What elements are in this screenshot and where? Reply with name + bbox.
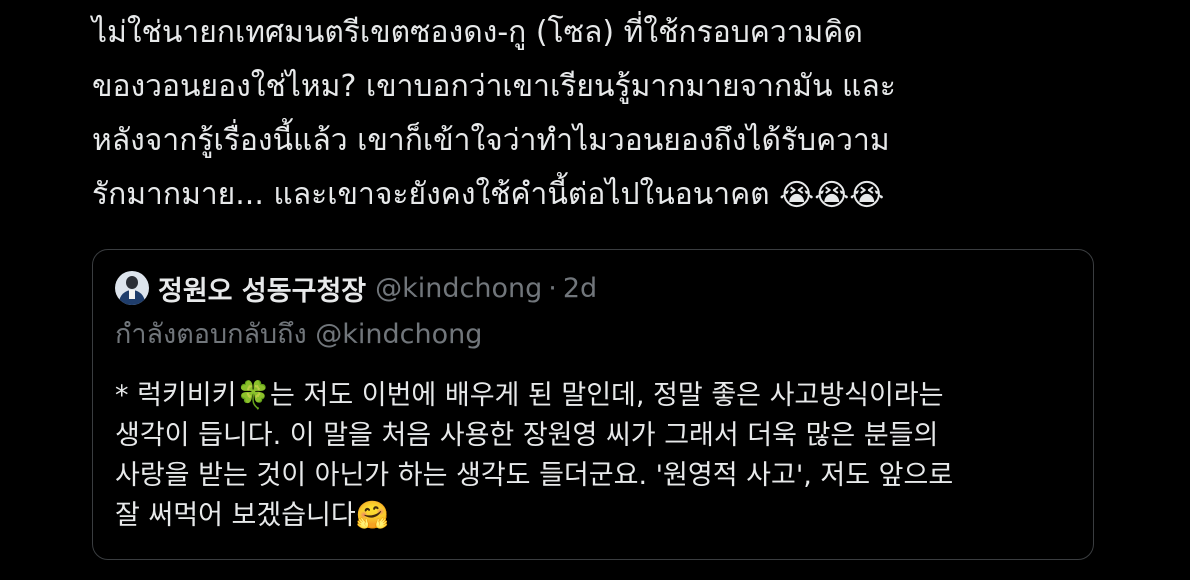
quoted-text-line: 잘 써먹어 보겠습니다🤗 [115, 500, 390, 531]
tweet-text-line: รักมากมาย... และเขาจะยังคงใช้คำนี้ต่อไปใ… [92, 177, 770, 212]
loudly-crying-face-icon: 😭 [814, 177, 850, 213]
loudly-crying-face-icon: 😭 [849, 177, 885, 213]
tweet-text: ไม่ใช่นายกเทศมนตรีเขตซองดง-กู (โซล) ที่ใ… [92, 6, 1092, 223]
separator-dot: · [548, 272, 557, 304]
tweet-text-line: ไม่ใช่นายกเทศมนตรีเขตซองดง-กู (โซล) ที่ใ… [92, 15, 863, 50]
tweet-text-line: ของวอนยองใช่ไหม? เขาบอกว่าเขาเรียนรู้มาก… [92, 69, 896, 104]
quoted-text-line: * 럭키비키🍀는 저도 이번에 배우게 된 말인데, 정말 좋은 사고방식이라는 [115, 380, 944, 411]
quoted-text-line: 사랑을 받는 것이 아닌가 하는 생각도 들더군요. '원영적 사고', 저도 … [115, 460, 954, 491]
tweet-text-line-last: รักมากมาย... และเขาจะยังคงใช้คำนี้ต่อไปใ… [92, 168, 1092, 223]
loudly-crying-face-icon: 😭 [779, 177, 815, 213]
quoted-tweet-card[interactable]: 정원오 성동구청장 @kindchong · 2d กำลังตอบกลับถึ… [92, 249, 1094, 560]
quoted-text-line: 생각이 듭니다. 이 말을 처음 사용한 장원영 씨가 그래서 더욱 많은 분들… [115, 420, 939, 451]
avatar-head-shape [126, 276, 138, 289]
avatar-collar-shape [129, 290, 135, 299]
tweet-text-line: หลังจากรู้เรื่องนี้แล้ว เขาก็เข้าใจว่าทำ… [92, 123, 890, 158]
quoted-tweet-header: 정원오 성동구청장 @kindchong · 2d [115, 269, 597, 308]
reply-context: กำลังตอบกลับถึง @kindchong [115, 319, 483, 350]
quoted-author-handle[interactable]: @kindchong [375, 273, 542, 304]
quoted-tweet-time[interactable]: 2d [563, 273, 597, 304]
avatar[interactable] [115, 271, 149, 305]
quoted-author-name[interactable]: 정원오 성동구청장 [158, 269, 366, 308]
quoted-tweet-text: * 럭키비키🍀는 저도 이번에 배우게 된 말인데, 정말 좋은 사고방식이라는… [115, 376, 1075, 536]
